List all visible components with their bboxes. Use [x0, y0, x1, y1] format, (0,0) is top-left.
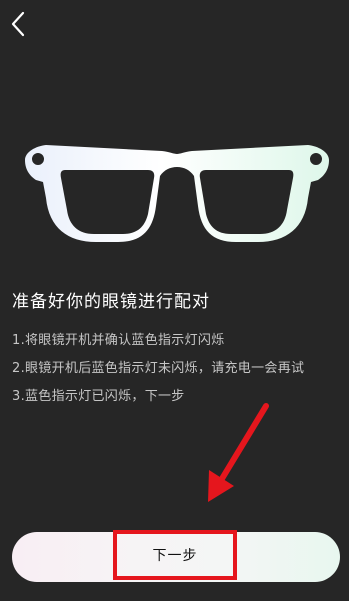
instruction-list: 1.将眼镜开机并确认蓝色指示灯闪烁 2.眼镜开机后蓝色指示灯未闪烁，请充电一会再…: [12, 327, 304, 411]
instruction-step: 1.将眼镜开机并确认蓝色指示灯闪烁: [12, 333, 225, 348]
instruction-step: 2.眼镜开机后蓝色指示灯未闪烁，请充电一会再试: [12, 361, 305, 376]
chevron-left-icon: [11, 11, 25, 37]
next-button-label: 下一步: [152, 548, 198, 564]
red-arrow-icon: [208, 403, 269, 502]
glasses-icon: [25, 145, 329, 242]
back-button[interactable]: [6, 8, 32, 40]
page-title: 准备好你的眼镜进行配对: [12, 292, 210, 312]
next-button[interactable]: 下一步: [113, 530, 237, 580]
pairing-screen: 准备好你的眼镜进行配对 1.将眼镜开机并确认蓝色指示灯闪烁 2.眼镜开机后蓝色指…: [0, 0, 349, 601]
